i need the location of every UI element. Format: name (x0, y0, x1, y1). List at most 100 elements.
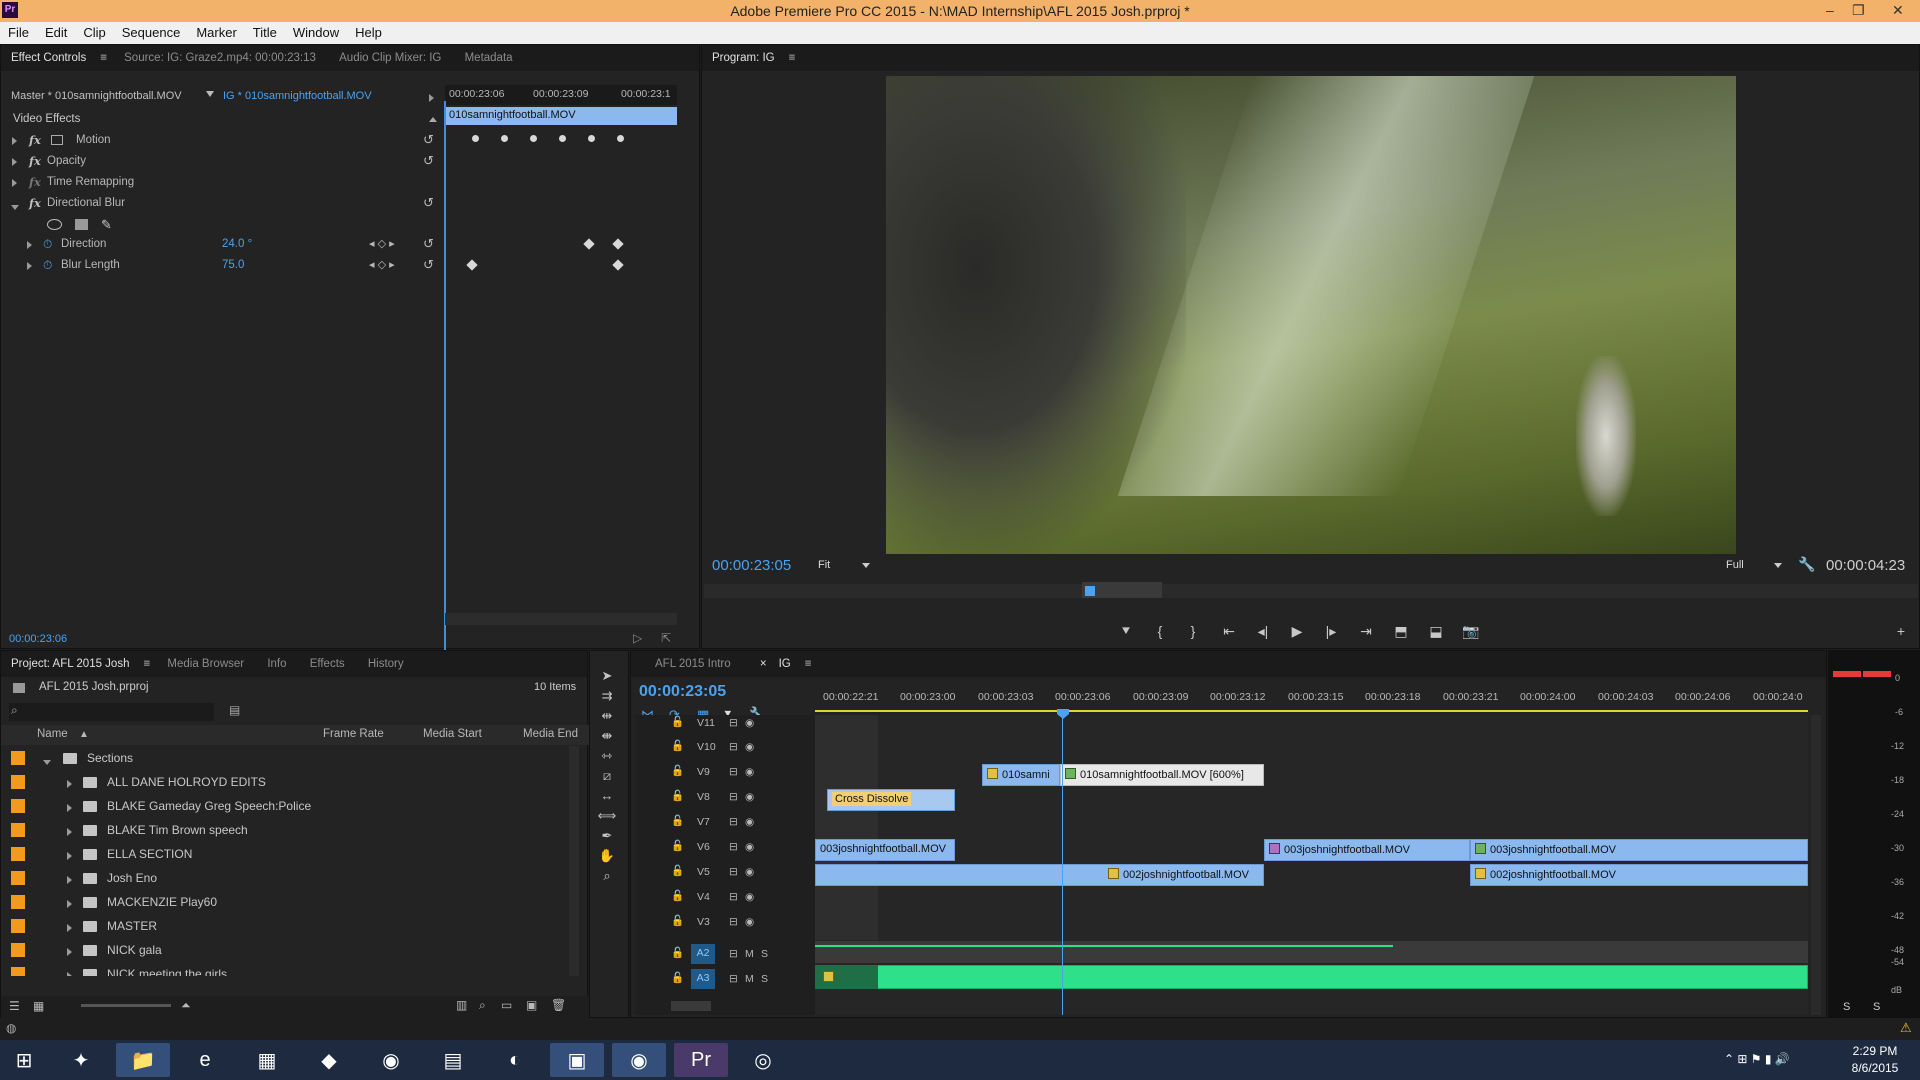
timeline-ruler[interactable]: 00:00:22:21 00:00:23:00 00:00:23:03 00:0… (815, 679, 1808, 713)
sync-lock-icon[interactable]: ⊟ (729, 916, 738, 928)
close-tab-icon[interactable]: × (754, 651, 769, 670)
mark-out-icon[interactable]: } (1184, 622, 1202, 640)
clip-v6-b[interactable]: 003joshnightfootball.MOV (1264, 839, 1470, 861)
sort-icons-icon[interactable]: ⏶ (181, 998, 191, 1013)
program-timecode[interactable]: 00:00:23:05 (712, 557, 791, 574)
eye-icon[interactable]: ◉ (745, 916, 754, 928)
menu-window[interactable]: Window (285, 22, 347, 40)
export-frame-icon[interactable]: 📷 (1462, 622, 1480, 640)
keyframe[interactable] (588, 135, 595, 142)
tab-metadata[interactable]: Metadata (455, 45, 523, 64)
menu-sequence[interactable]: Sequence (114, 22, 189, 40)
sync-lock-icon[interactable]: ⊟ (729, 717, 738, 729)
razor-tool-icon[interactable]: ⧄ (596, 768, 618, 788)
zoom-slider[interactable] (81, 1004, 171, 1007)
menu-title[interactable]: Title (245, 22, 285, 40)
project-search-input[interactable] (9, 703, 214, 721)
collapse-icon[interactable] (429, 117, 437, 122)
restore-icon[interactable]: ❐ (1852, 2, 1865, 19)
resolution-dropdown-icon[interactable] (1774, 563, 1782, 568)
keyframe[interactable] (617, 135, 624, 142)
clip-selector[interactable]: IG * 010samnightfootball.MOV (223, 90, 372, 102)
tab-effect-controls[interactable]: Effect Controls (1, 45, 96, 64)
panel-menu-icon[interactable]: ≡ (785, 45, 800, 71)
sync-lock-icon[interactable]: ⊟ (729, 866, 738, 878)
reset-icon[interactable]: ↺ (423, 236, 434, 252)
solo-left-button[interactable]: S (1843, 1001, 1850, 1013)
solo-button[interactable]: S (761, 973, 768, 985)
timeline-vertical-scrollbar[interactable] (1811, 715, 1821, 1015)
close-icon[interactable]: ✕ (1892, 2, 1904, 19)
list-item[interactable]: ALL DANE HOLROYD EDITS (1, 770, 571, 794)
tab-audio-clip-mixer[interactable]: Audio Clip Mixer: IG (329, 45, 451, 64)
param-row-direction[interactable]: ⏱ Direction 24.0 ° ◂ ◇ ▸ ↺ (1, 235, 699, 255)
audio-clip-a2[interactable] (815, 945, 1393, 947)
menu-marker[interactable]: Marker (188, 22, 244, 40)
audio-clip-a3-head[interactable] (815, 965, 878, 989)
selection-tool-icon[interactable]: ➤ (596, 668, 618, 688)
automate-to-sequence-icon[interactable]: ▥ (456, 998, 467, 1012)
expand-icon[interactable] (67, 780, 72, 788)
internet-explorer-icon[interactable]: e (178, 1043, 232, 1077)
eye-icon[interactable]: ◉ (745, 741, 754, 753)
panel-menu-icon[interactable]: ≡ (139, 651, 154, 677)
sync-lock-icon[interactable]: ⊟ (729, 841, 738, 853)
fit-dropdown-icon[interactable] (862, 563, 870, 568)
tab-effects[interactable]: Effects (300, 651, 355, 670)
reset-icon[interactable]: ↺ (423, 257, 434, 273)
effect-row-directional-blur[interactable]: fx Directional Blur ↺ (1, 194, 699, 214)
zoom-tool-icon[interactable]: ⌕ (596, 868, 618, 888)
list-item[interactable]: MASTER (1, 914, 571, 938)
expand-icon[interactable] (67, 972, 72, 976)
expand-icon[interactable] (12, 179, 17, 187)
lock-icon[interactable]: 🔓 (671, 864, 684, 877)
sync-lock-icon[interactable]: ⊟ (729, 741, 738, 753)
keyframe-nav-icon[interactable]: ◂ ◇ ▸ (369, 258, 395, 271)
list-item[interactable]: Sections (1, 746, 571, 770)
clear-icon[interactable]: 🗑 (551, 998, 566, 1012)
expand-icon[interactable] (67, 876, 72, 884)
excel-icon[interactable]: ▤ (426, 1043, 480, 1077)
rectangle-mask-icon[interactable] (75, 219, 88, 230)
play-icon[interactable]: ▶ (1288, 622, 1306, 640)
expand-icon[interactable] (12, 158, 17, 166)
menu-edit[interactable]: Edit (37, 22, 75, 40)
program-scrubber[interactable] (704, 584, 1918, 598)
clock-time[interactable]: 2:29 PM (1842, 1044, 1908, 1058)
track-select-tool-icon[interactable]: ⇉ (596, 688, 618, 708)
expand-icon[interactable] (67, 828, 72, 836)
expand-icon[interactable] (27, 241, 32, 249)
reset-icon[interactable]: ↺ (423, 153, 434, 169)
clip-v5-a[interactable]: 002joshnightfootball.MOV (815, 864, 1264, 886)
keyframe-nav-icon[interactable]: ◂ ◇ ▸ (369, 237, 395, 250)
button-editor-plus-icon[interactable]: + (1892, 622, 1910, 640)
list-item[interactable]: NICK gala (1, 938, 571, 962)
lock-icon[interactable]: 🔓 (671, 739, 684, 752)
eye-icon[interactable]: ◉ (745, 791, 754, 803)
calculator-icon[interactable]: ▦ (240, 1043, 294, 1077)
icon-view-icon[interactable]: ▦ (33, 999, 44, 1013)
rolling-edit-tool-icon[interactable]: ⇼ (596, 728, 618, 748)
extract-icon[interactable]: ⬓ (1427, 622, 1445, 640)
col-media-end[interactable]: Media End (523, 728, 578, 740)
eye-icon[interactable]: ◉ (745, 866, 754, 878)
clip-v9-b[interactable]: 010samnightfootball.MOV [600%] (1060, 764, 1264, 786)
effect-row-motion[interactable]: fx Motion ↺ (1, 131, 699, 151)
expand-icon[interactable] (67, 804, 72, 812)
hand-tool-icon[interactable]: ✋ (596, 848, 618, 868)
tab-sequence-ig[interactable]: IG (769, 651, 801, 670)
sync-lock-icon[interactable]: ⊟ (729, 766, 738, 778)
video-frame[interactable] (886, 76, 1736, 554)
solo-right-button[interactable]: S (1873, 1001, 1880, 1013)
eye-icon[interactable]: ◉ (745, 891, 754, 903)
ec-ruler[interactable]: 00:00:23:06 00:00:23:09 00:00:23:1 (445, 85, 677, 105)
tray-icons[interactable]: ⌃ ⊞ ⚑ ▮ 🔊 (1724, 1052, 1790, 1066)
list-item[interactable]: Josh Eno (1, 866, 571, 890)
collapse-icon[interactable] (11, 205, 19, 210)
taskbar-app-icon[interactable]: ◆ (302, 1043, 356, 1077)
obs-icon[interactable]: ◎ (736, 1043, 790, 1077)
audio-clip-a3[interactable] (815, 965, 1808, 989)
new-search-bin-icon[interactable]: ▤ (229, 703, 240, 717)
expand-icon[interactable] (12, 137, 17, 145)
slip-tool-icon[interactable]: ↔ (596, 788, 618, 808)
